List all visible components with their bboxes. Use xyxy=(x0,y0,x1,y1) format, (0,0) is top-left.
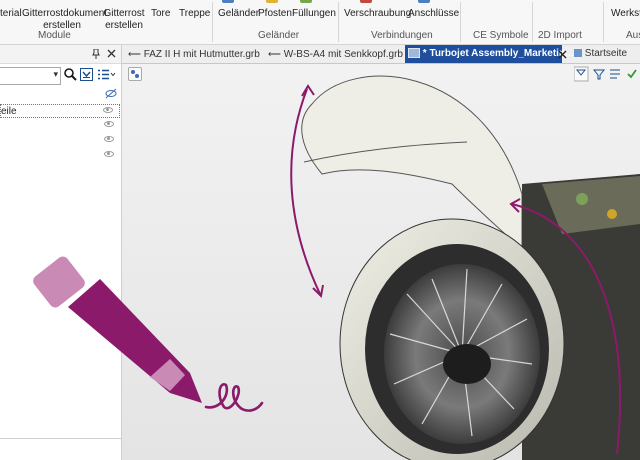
ribbon-icon xyxy=(418,0,430,3)
anschluesse-button[interactable]: Anschlüsse xyxy=(408,8,459,20)
assembly-icon xyxy=(408,48,420,59)
treppe-button[interactable]: Treppe xyxy=(179,8,210,20)
home-icon xyxy=(574,49,582,58)
pfosten-button[interactable]: Pfosten xyxy=(258,8,292,20)
tab-faz-ii-h[interactable]: ⟵ FAZ II H mit Hutmutter.grb xyxy=(128,45,260,63)
group-label-ce-symbole: CE Symbole xyxy=(473,30,529,41)
material-button[interactable]: terial xyxy=(0,8,22,20)
tab-label: W-BS-A4 mit Senkkopf.grb xyxy=(283,49,403,60)
tree-item-label: eile xyxy=(1,106,17,117)
filter-icon[interactable] xyxy=(80,68,93,81)
tab-label: FAZ II H mit Hutmutter.grb xyxy=(143,49,260,60)
document-link-icon: ⟵ xyxy=(128,49,141,59)
verschraubung-button[interactable]: Verschraubung xyxy=(344,8,411,20)
erstellen-label: erstellen xyxy=(105,20,143,31)
document-tabs: ⟵ FAZ II H mit Hutmutter.grb ⟵ W-BS-A4 m… xyxy=(122,45,640,64)
close-icon[interactable] xyxy=(107,49,116,58)
eye-icon[interactable] xyxy=(103,107,113,113)
list-icon[interactable] xyxy=(98,69,116,80)
tab-label: * Turbojet Assembly_Marketin... xyxy=(422,48,574,59)
ribbon-separator xyxy=(532,2,533,42)
tab-w-bs-a4[interactable]: ⟵ W-BS-A4 mit Senkkopf.grb xyxy=(268,45,403,63)
ribbon: terial Gitterrostdokument erstellen Gitte… xyxy=(0,0,640,45)
gitterrost-label: Gitterrost xyxy=(103,8,145,19)
pin-icon[interactable] xyxy=(92,49,100,59)
signature-scribble xyxy=(204,383,264,412)
group-label-verbindungen: Verbindungen xyxy=(371,30,433,41)
tore-button[interactable]: Tore xyxy=(151,8,170,20)
group-label-2d-import: 2D Import xyxy=(538,30,582,41)
eye-icon[interactable] xyxy=(104,151,114,157)
panel-divider xyxy=(0,438,121,439)
tree-item[interactable] xyxy=(0,119,120,133)
ribbon-icon xyxy=(266,0,278,3)
structure-filter-dropdown[interactable]: ▾ xyxy=(0,67,61,85)
nacelle-cover xyxy=(301,75,523,251)
group-label-module: Module xyxy=(38,30,71,41)
tab-startseite[interactable]: Startseite xyxy=(574,45,627,63)
group-label-gelaender: Geländer xyxy=(258,30,300,41)
ribbon-separator xyxy=(603,2,604,42)
ribbon-separator xyxy=(338,2,339,42)
tree-item[interactable]: eile xyxy=(0,104,120,118)
gitterrost-erstellen-button[interactable]: Gitterrost erstellen xyxy=(102,8,146,32)
chevron-down-icon: ▾ xyxy=(53,69,58,79)
close-icon[interactable] xyxy=(558,50,567,59)
visibility-toggle-icon[interactable] xyxy=(105,88,117,99)
ribbon-icon xyxy=(360,0,372,3)
tab-turbojet-assembly[interactable]: * Turbojet Assembly_Marketin... xyxy=(405,45,573,63)
ribbon-icon xyxy=(222,0,234,3)
pencil-icon xyxy=(33,256,264,412)
search-icon[interactable] xyxy=(64,68,77,81)
document-link-icon: ⟵ xyxy=(268,49,281,59)
eye-icon[interactable] xyxy=(104,121,114,127)
tab-label: Startseite xyxy=(584,48,628,59)
group-label-aus: Aus xyxy=(626,30,640,41)
tree-item[interactable] xyxy=(0,134,120,148)
gelaender-button[interactable]: Geländer xyxy=(218,8,259,20)
tree-item[interactable] xyxy=(0,149,120,163)
ribbon-separator xyxy=(460,2,461,42)
fuellungen-button[interactable]: Füllungen xyxy=(292,8,336,20)
werkstatt-button[interactable]: Werkst xyxy=(611,8,640,20)
ribbon-separator xyxy=(212,2,213,42)
ribbon-icon xyxy=(300,0,312,3)
spinner xyxy=(443,344,491,384)
gitterrostdokument-label: Gitterrostdokument xyxy=(22,8,108,19)
panel-header xyxy=(0,45,121,64)
eye-icon[interactable] xyxy=(104,136,114,142)
gitterrostdokument-erstellen-button[interactable]: Gitterrostdokument erstellen xyxy=(22,8,107,32)
